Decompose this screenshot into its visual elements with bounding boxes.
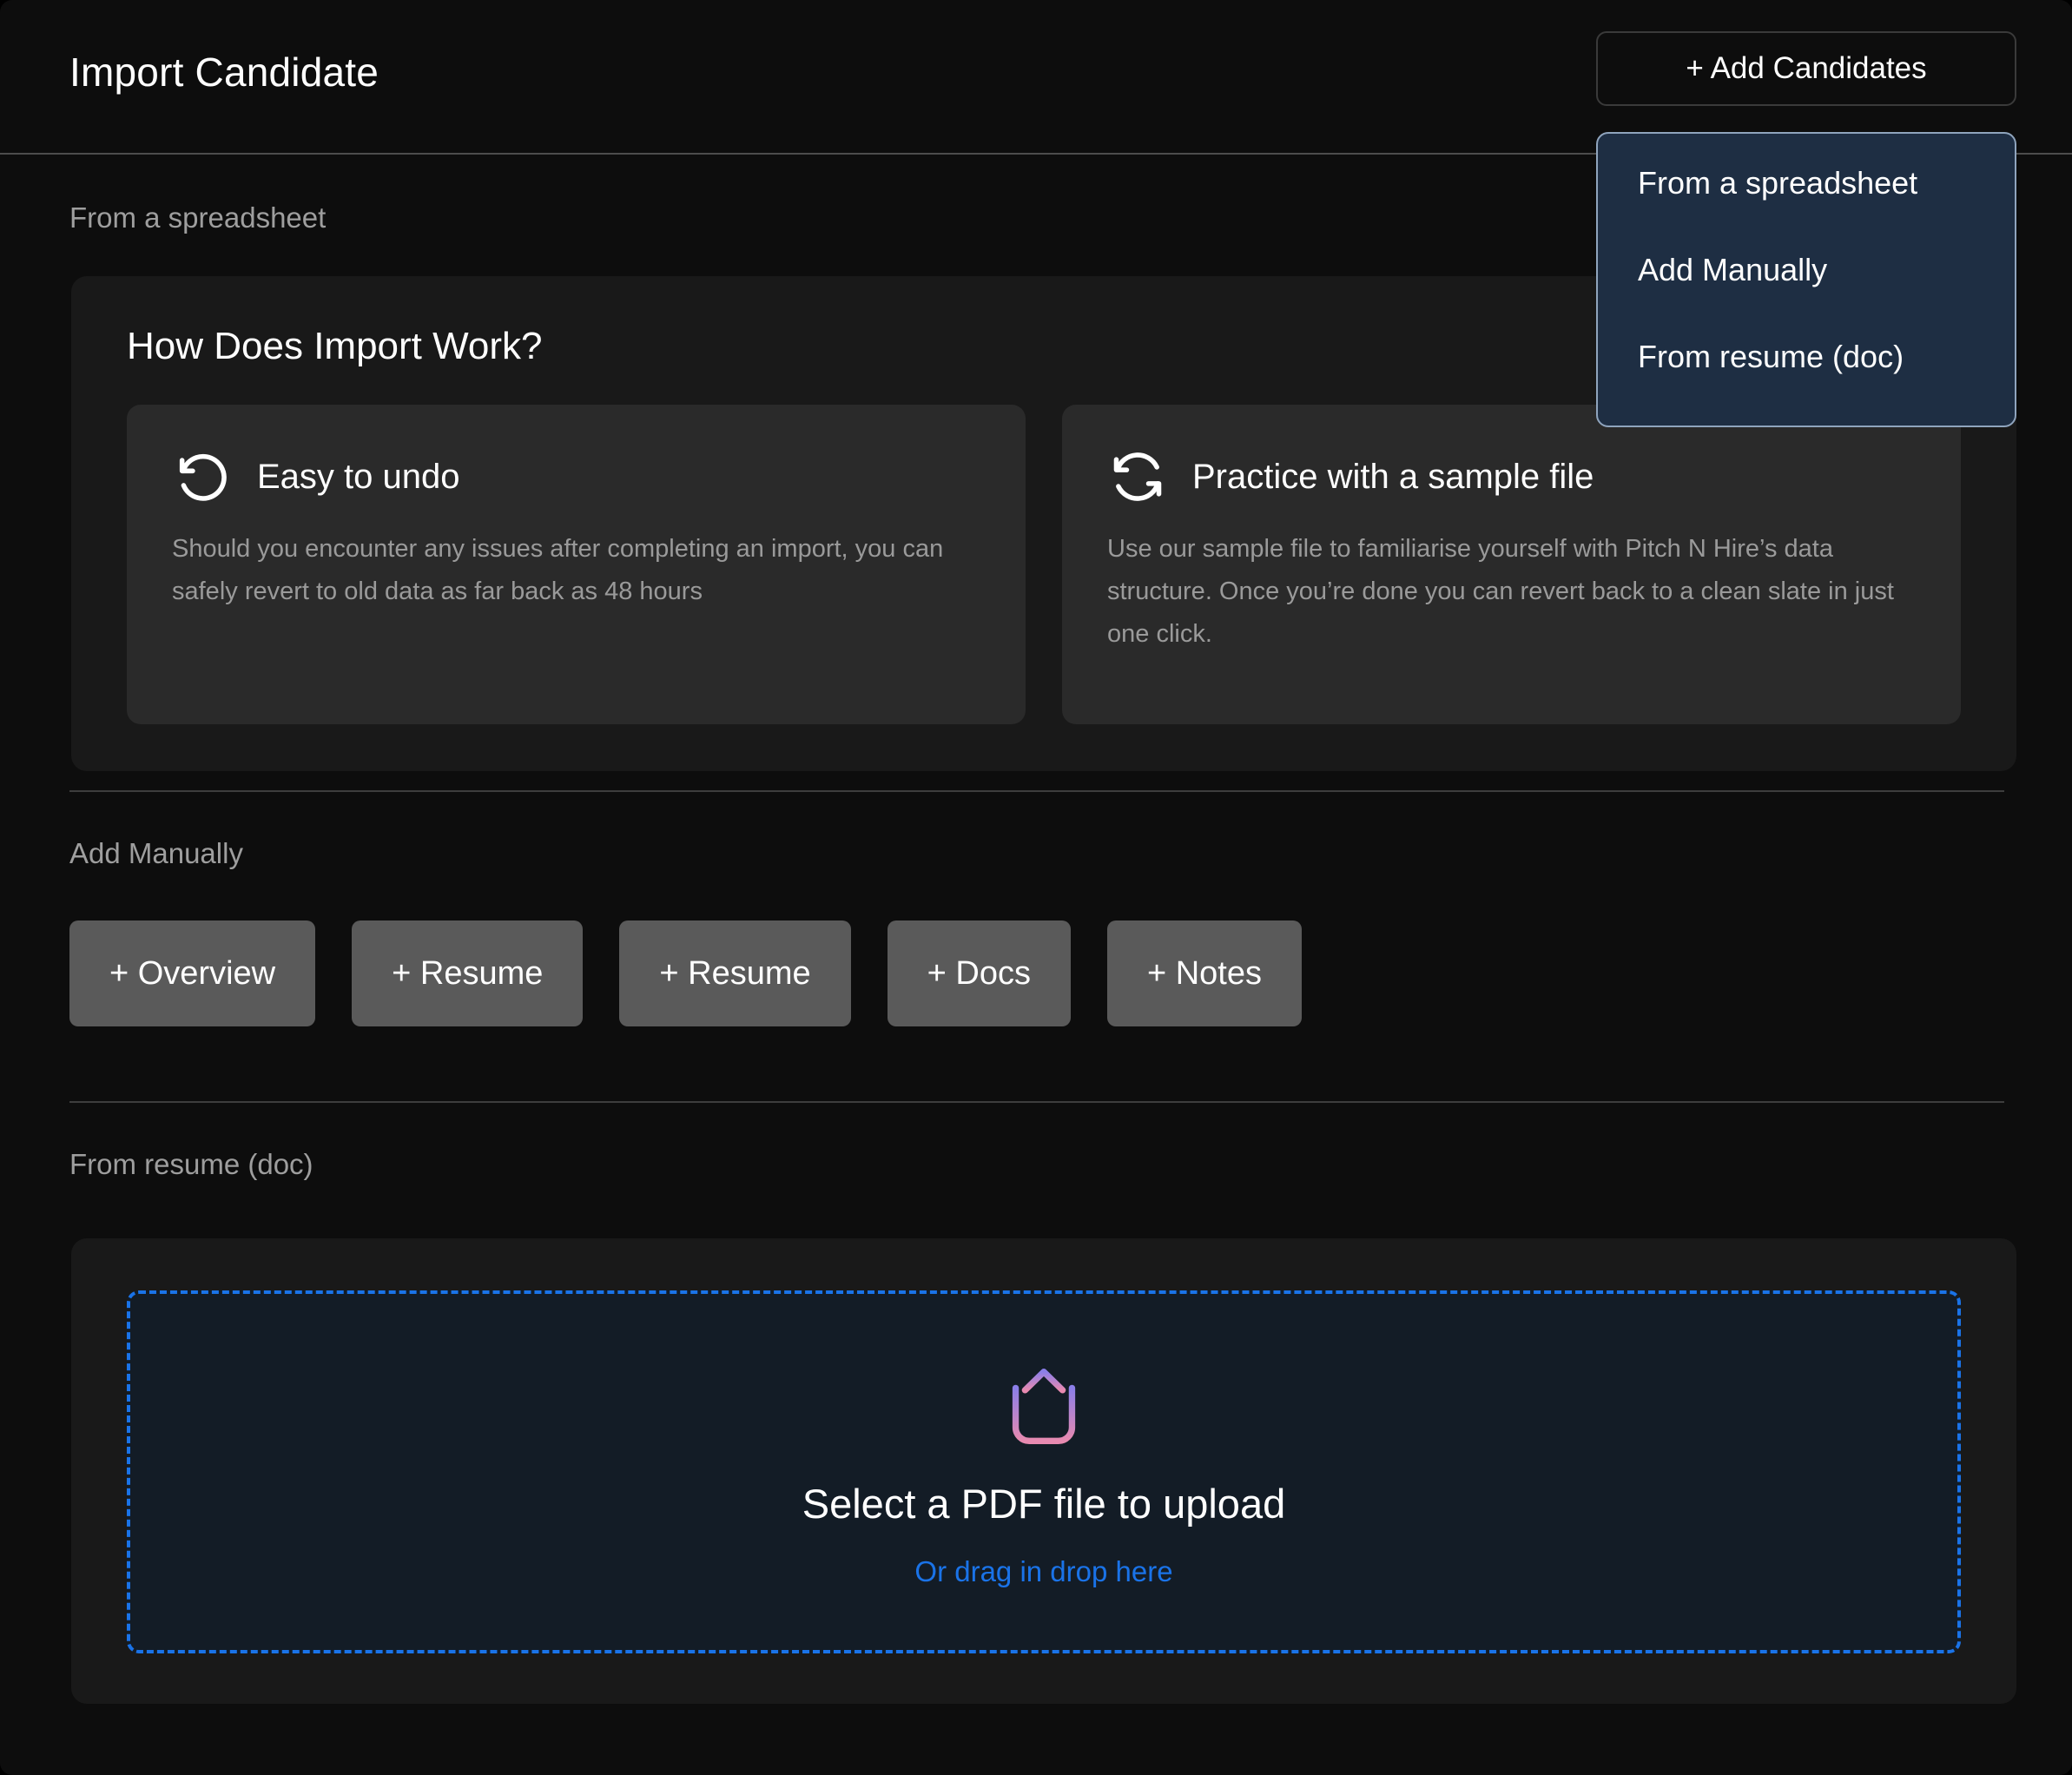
add-docs-button[interactable]: + Docs [888,920,1071,1026]
section-divider-resume [69,1101,2004,1103]
undo-rotate-left-icon [172,446,233,507]
dropzone-drag-hint[interactable]: Or drag in drop here [914,1555,1172,1588]
section-label-from-resume: From resume (doc) [69,1148,313,1181]
add-notes-button[interactable]: + Notes [1107,920,1302,1026]
feature-card-row: Easy to undo Should you encounter any is… [127,405,1961,724]
resume-upload-card: Select a PDF file to upload Or drag in d… [71,1238,2016,1704]
feature-title: Practice with a sample file [1192,458,1594,497]
feature-header: Easy to undo [172,446,980,507]
add-candidates-button[interactable]: + Add Candidates [1596,31,2016,106]
pdf-dropzone[interactable]: Select a PDF file to upload Or drag in d… [127,1290,1961,1653]
import-candidate-page: Import Candidate + Add Candidates From a… [0,0,2072,1775]
feature-card-practice-sample-file: Practice with a sample file Use our samp… [1062,405,1961,724]
section-label-add-manually: Add Manually [69,837,243,870]
section-divider-manual [69,790,2004,792]
add-candidates-dropdown-menu: From a spreadsheet Add Manually From res… [1596,132,2016,427]
import-card-title: How Does Import Work? [127,325,542,368]
dropdown-item-add-manually[interactable]: Add Manually [1598,252,2015,339]
add-resume-button-1[interactable]: + Resume [352,920,583,1026]
page-title: Import Candidate [69,49,379,96]
feature-title: Easy to undo [257,458,460,497]
dropdown-item-from-resume-doc[interactable]: From resume (doc) [1598,339,2015,426]
refresh-sync-icon [1107,446,1168,507]
upload-arrow-icon [993,1356,1095,1459]
feature-description: Should you encounter any issues after co… [172,528,980,613]
dropdown-item-from-a-spreadsheet[interactable]: From a spreadsheet [1598,165,2015,252]
feature-card-easy-to-undo: Easy to undo Should you encounter any is… [127,405,1026,724]
dropzone-title: Select a PDF file to upload [802,1480,1285,1528]
section-label-spreadsheet: From a spreadsheet [69,201,326,234]
add-overview-button[interactable]: + Overview [69,920,315,1026]
manual-add-button-row: + Overview + Resume + Resume + Docs + No… [69,920,1302,1026]
add-resume-button-2[interactable]: + Resume [619,920,850,1026]
feature-description: Use our sample file to familiarise yours… [1107,528,1916,656]
feature-header: Practice with a sample file [1107,446,1916,507]
